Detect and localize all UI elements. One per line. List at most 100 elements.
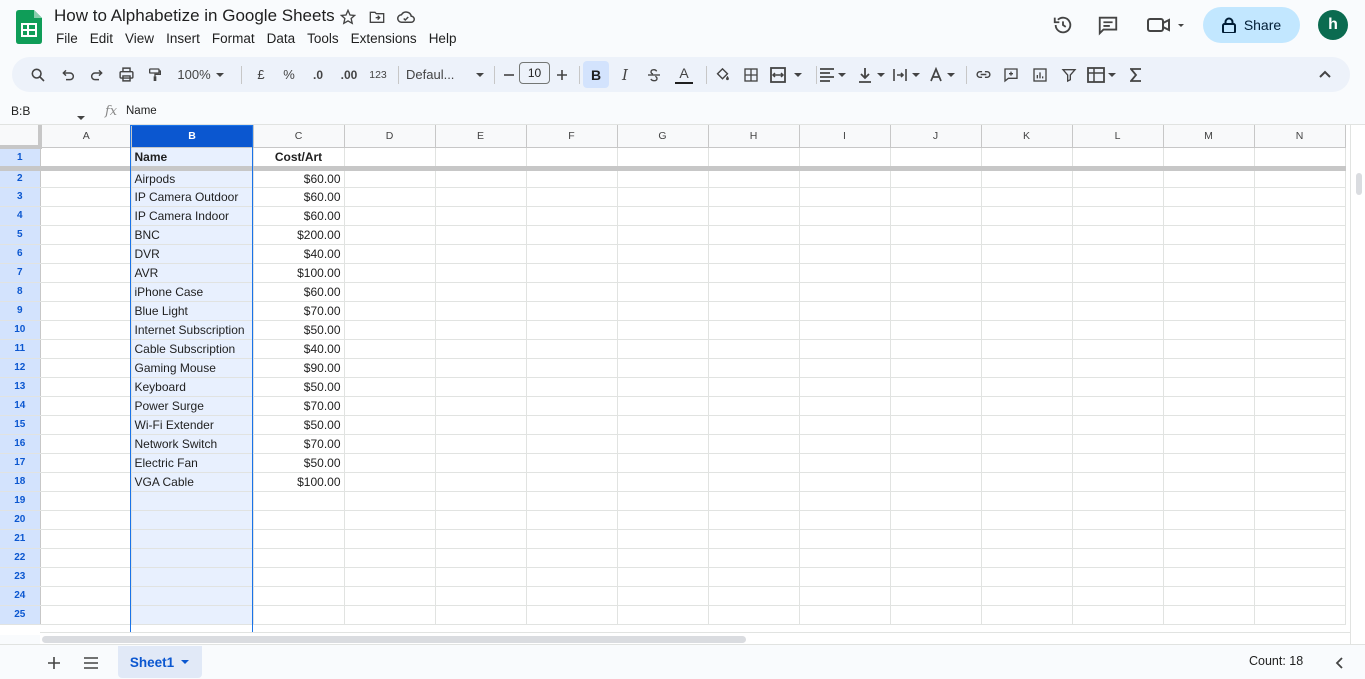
cell[interactable] [890,187,982,207]
search-menus-icon[interactable] [26,61,50,88]
cell[interactable] [617,510,709,530]
cell[interactable] [617,586,709,606]
cell-item-name[interactable] [131,529,254,549]
cell[interactable] [435,377,527,397]
cell[interactable] [435,453,527,473]
cell[interactable] [708,168,800,188]
cell[interactable] [526,605,618,625]
column-header-n[interactable]: N [1254,125,1346,148]
cell[interactable] [981,453,1073,473]
cell[interactable] [40,168,132,188]
cell[interactable] [708,377,800,397]
cell[interactable] [435,339,527,359]
cell-item-cost[interactable] [253,548,345,568]
row-header[interactable]: 6 [0,244,41,264]
menu-insert[interactable]: Insert [160,30,206,47]
all-sheets-menu-icon[interactable] [82,654,100,672]
cell[interactable] [526,187,618,207]
horizontal-align-icon[interactable] [818,61,848,88]
cell[interactable] [526,510,618,530]
cell[interactable] [981,168,1073,188]
column-header-b[interactable]: B [131,125,254,148]
cell[interactable] [344,567,436,587]
cell[interactable] [40,605,132,625]
cell-item-cost[interactable]: $50.00 [253,453,345,473]
currency-format-button[interactable]: £ [250,61,272,88]
cell[interactable] [1254,301,1346,321]
cell[interactable] [799,301,891,321]
cell[interactable] [617,529,709,549]
cell[interactable] [1163,206,1255,226]
cell-item-cost[interactable]: $200.00 [253,225,345,245]
cell-item-cost[interactable] [253,605,345,625]
cell[interactable] [1254,320,1346,340]
menu-edit[interactable]: Edit [84,30,119,47]
cell[interactable] [708,567,800,587]
cell[interactable] [526,434,618,454]
cell-item-cost[interactable]: $50.00 [253,377,345,397]
cell[interactable] [890,491,982,511]
cell[interactable] [1072,548,1164,568]
comments-icon[interactable] [1095,12,1121,38]
cloud-saved-icon[interactable] [397,8,415,26]
cell-item-cost[interactable] [253,567,345,587]
cell[interactable] [981,282,1073,302]
row-header[interactable]: 13 [0,377,41,397]
cell[interactable] [526,244,618,264]
cell[interactable] [890,548,982,568]
cell-item-name[interactable]: Airpods [131,168,254,188]
cell[interactable] [1072,491,1164,511]
row-header[interactable]: 7 [0,263,41,283]
cell[interactable] [1072,282,1164,302]
cell[interactable] [981,320,1073,340]
cell[interactable] [617,168,709,188]
cell[interactable] [617,415,709,435]
cell-item-cost[interactable]: $50.00 [253,320,345,340]
insert-link-icon[interactable] [972,61,994,88]
row-header[interactable]: 25 [0,605,41,625]
cell[interactable] [799,453,891,473]
cell[interactable] [1163,187,1255,207]
cell[interactable] [526,529,618,549]
cell[interactable] [617,396,709,416]
cell[interactable] [435,472,527,492]
cell[interactable] [890,434,982,454]
column-header-k[interactable]: K [981,125,1073,148]
undo-icon[interactable] [56,61,80,88]
row-header[interactable]: 4 [0,206,41,226]
cell[interactable] [344,510,436,530]
cell-item-name[interactable] [131,605,254,625]
cell[interactable] [799,605,891,625]
cell[interactable] [617,434,709,454]
row-header[interactable]: 16 [0,434,41,454]
cell[interactable] [981,472,1073,492]
cell[interactable] [1254,453,1346,473]
cell[interactable] [799,377,891,397]
cell[interactable] [981,491,1073,511]
cell[interactable] [1254,147,1346,171]
cell[interactable] [799,206,891,226]
cell[interactable] [1163,147,1255,171]
cell[interactable] [1163,510,1255,530]
cell[interactable] [1163,529,1255,549]
cell[interactable] [435,548,527,568]
cell[interactable] [708,301,800,321]
cell[interactable] [1072,586,1164,606]
cell[interactable] [1072,510,1164,530]
cell[interactable] [435,301,527,321]
cell[interactable] [1254,358,1346,378]
column-header-j[interactable]: J [890,125,982,148]
cell[interactable] [708,244,800,264]
cell[interactable] [40,491,132,511]
cell[interactable] [40,358,132,378]
cell[interactable] [890,529,982,549]
row-header[interactable]: 18 [0,472,41,492]
cell[interactable] [1163,491,1255,511]
row-header[interactable]: 23 [0,567,41,587]
increase-decimal-button[interactable]: .00 [336,61,362,88]
text-rotation-icon[interactable] [928,61,958,88]
cell[interactable] [344,396,436,416]
cell[interactable] [344,147,436,171]
cell[interactable] [1163,434,1255,454]
cell[interactable] [526,472,618,492]
